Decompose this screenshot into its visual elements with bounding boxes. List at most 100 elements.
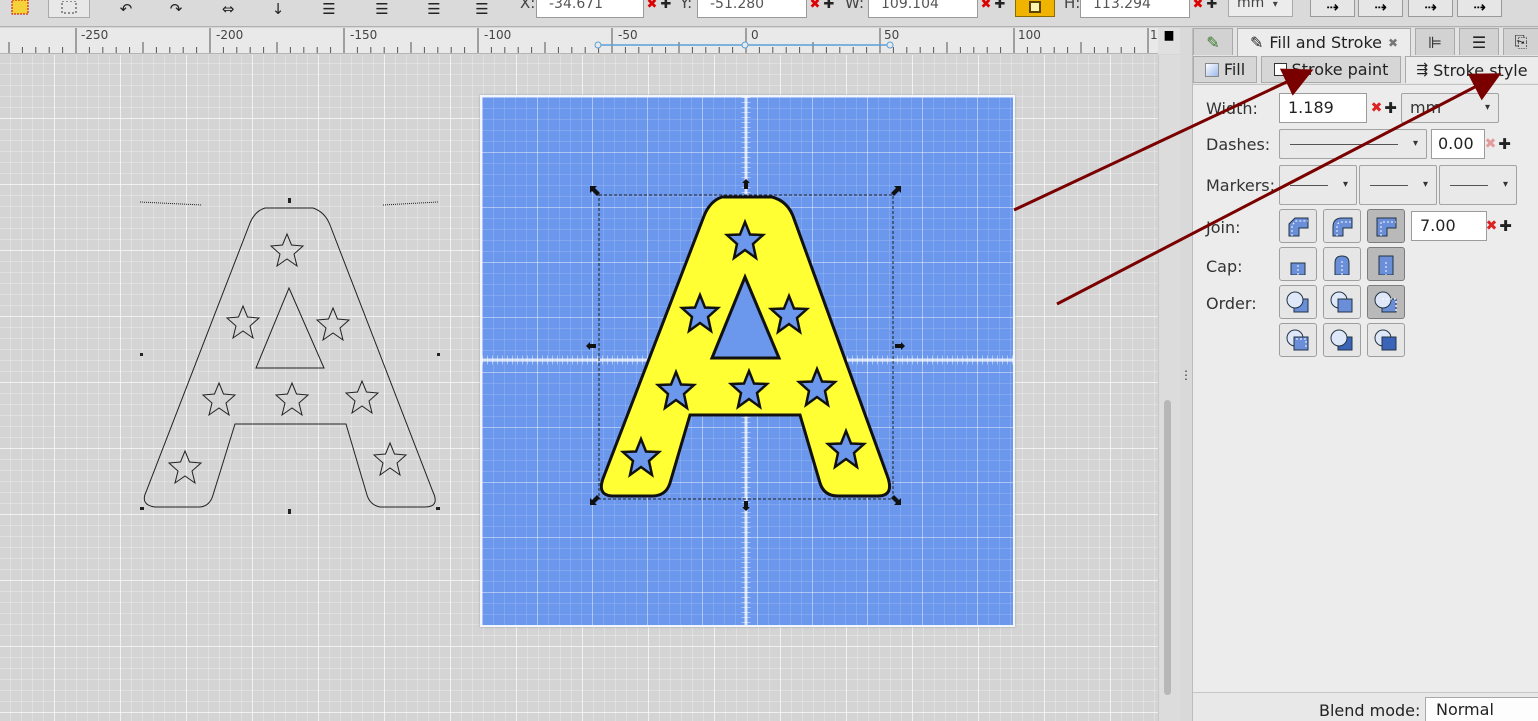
ruler-label-100: 100 [1018, 28, 1041, 42]
dock-tab-layers[interactable]: ☰ [1459, 28, 1499, 55]
width-field[interactable]: 109.104 [868, 0, 978, 18]
miter-limit-clear-icon[interactable]: ✖ [1484, 211, 1499, 241]
h-clear-icon[interactable]: ✖ [1191, 0, 1205, 18]
order-fill-stroke-markers-button[interactable] [1279, 285, 1317, 319]
select-in-all-layers-icon[interactable] [4, 0, 34, 18]
ruler-label-minus200: -200 [216, 28, 244, 42]
h-label: H: [1064, 0, 1081, 12]
subtab-stroke-paint[interactable]: Stroke paint [1261, 56, 1401, 83]
w-clear-icon[interactable]: ✖ [979, 0, 993, 18]
ruler-label-0: 0 [751, 28, 759, 42]
close-icon[interactable]: ✖ [1388, 36, 1398, 50]
move-patterns-button[interactable]: ⇢ [1457, 0, 1502, 17]
dash-offset-input[interactable]: 0.00 [1431, 129, 1485, 159]
flip-vertical-icon[interactable]: ↓ [266, 0, 290, 18]
horizontal-ruler[interactable]: -250 -200 -150 -100 -50 0 50 100 1 [0, 28, 1160, 54]
butt-cap-button[interactable] [1279, 247, 1317, 281]
width-clear-icon[interactable]: ✖ [1369, 93, 1384, 123]
miter-limit-input[interactable]: 7.00 [1411, 211, 1487, 241]
miter-limit-plus-icon[interactable]: ✚ [1499, 211, 1512, 241]
subtab-fill[interactable]: Fill [1193, 56, 1257, 83]
raise-icon[interactable]: ☰ [366, 0, 398, 18]
order-icon [1286, 291, 1309, 313]
outline-letter-a[interactable] [139, 198, 440, 514]
raise-to-top-icon[interactable]: ☰ [314, 0, 344, 18]
move-gradients-button[interactable]: ⇢ [1408, 0, 1453, 17]
deselect-icon[interactable] [48, 0, 90, 18]
lock-proportions-button[interactable] [1015, 0, 1055, 17]
blend-mode-bar: Blend mode: Normal [1193, 692, 1538, 721]
lower-to-bottom-icon[interactable]: ☰ [466, 0, 498, 18]
stroke-width-unit-select[interactable]: mm ▾ [1401, 93, 1499, 123]
order-icon [1330, 329, 1353, 351]
rotate-cw-icon[interactable]: ↷ [162, 0, 190, 18]
unit-select[interactable]: mm ▾ [1228, 0, 1293, 17]
dash-offset-clear-icon[interactable]: ✖ [1483, 129, 1498, 159]
inkscape-window: ↶ ↷ ⇔ ↓ ☰ ☰ ☰ ☰ X: -34.671 ✖ ✚ Y: -51.28… [0, 0, 1538, 721]
dock-tab-align[interactable]: ⊫ [1415, 28, 1455, 55]
x-plus-icon[interactable]: ✚ [660, 0, 672, 18]
x-clear-icon[interactable]: ✖ [645, 0, 659, 18]
order-stroke-fill-markers-button[interactable] [1323, 285, 1361, 319]
dock-tab-fill-and-stroke[interactable]: ✎ Fill and Stroke ✖ [1237, 28, 1411, 56]
order-option-4-button[interactable] [1279, 323, 1317, 357]
w-label: W: [845, 0, 865, 12]
order-icon [1374, 329, 1397, 351]
width-plus-icon[interactable]: ✚ [1384, 93, 1397, 123]
vertical-scrollbar[interactable] [1158, 55, 1180, 721]
w-plus-icon[interactable]: ✚ [994, 0, 1006, 18]
order-option-6-button[interactable] [1367, 323, 1405, 357]
h-plus-icon[interactable]: ✚ [1206, 0, 1218, 18]
stroke-paint-icon [1273, 63, 1287, 76]
dock-tab-export[interactable]: ⎘ [1503, 28, 1538, 55]
x-coordinate-field[interactable]: -34.671 [536, 0, 644, 18]
square-cap-button[interactable] [1367, 247, 1405, 281]
blend-mode-label: Blend mode: [1319, 701, 1421, 720]
y-plus-icon[interactable]: ✚ [823, 0, 835, 18]
lower-icon[interactable]: ☰ [418, 0, 450, 18]
order-icon [1286, 329, 1309, 351]
ruler-label-50: 50 [884, 28, 900, 42]
bevel-join-button[interactable] [1279, 209, 1317, 243]
order-markers-first-button[interactable] [1367, 285, 1405, 319]
chevron-down-icon: ▾ [1412, 138, 1418, 149]
flip-horizontal-icon[interactable]: ⇔ [212, 0, 244, 18]
chevron-down-icon: ▾ [1484, 102, 1490, 113]
round-cap-button[interactable] [1323, 247, 1361, 281]
y-coordinate-field[interactable]: -51.280 [697, 0, 807, 18]
round-join-button[interactable] [1323, 209, 1361, 243]
fill-swatch-icon [1204, 62, 1219, 77]
dash-pattern-select[interactable]: ▾ [1279, 129, 1427, 159]
scale-corners-button[interactable]: ⇢ [1358, 0, 1403, 17]
stroke-style-panel: Width: 1.189 ✖ ✚ mm ▾ Dashes: ▾ 0.00 ✖ ✚… [1193, 84, 1538, 694]
mid-marker-select[interactable]: ▾ [1359, 165, 1437, 205]
height-field[interactable]: 113.294 [1080, 0, 1190, 18]
order-icon [1330, 291, 1353, 313]
scale-stroke-button[interactable]: ⇢ [1310, 0, 1355, 17]
fill-stroke-icon: ✎ [1249, 33, 1264, 52]
marker-preview [1450, 185, 1488, 186]
markers-label: Markers: [1206, 176, 1276, 195]
square-cap-icon [1378, 255, 1394, 275]
end-marker-select[interactable]: ▾ [1439, 165, 1517, 205]
start-marker-select[interactable]: ▾ [1279, 165, 1357, 205]
dock-resize-handle[interactable]: ⋮ [1180, 28, 1192, 721]
canvas-drawing [139, 97, 1013, 625]
stroke-width-input[interactable]: 1.189 [1279, 93, 1367, 123]
miter-join-button[interactable] [1367, 209, 1405, 243]
order-label: Order: [1206, 294, 1257, 313]
ruler-label-minus250: -250 [81, 28, 109, 42]
drawing-canvas[interactable] [0, 55, 1158, 721]
dock-tab-xml[interactable]: ✎ [1193, 28, 1233, 55]
rotate-ccw-icon[interactable]: ↶ [112, 0, 140, 18]
blend-mode-select[interactable]: Normal [1425, 697, 1538, 721]
dash-offset-plus-icon[interactable]: ✚ [1498, 129, 1511, 159]
scrollbar-thumb[interactable] [1164, 400, 1171, 695]
subtab-stroke-style[interactable]: ⇶ Stroke style [1405, 56, 1538, 83]
y-clear-icon[interactable]: ✖ [808, 0, 822, 18]
cap-label: Cap: [1206, 257, 1243, 276]
monitor-icon[interactable]: ▆ [1158, 28, 1180, 54]
stroke-style-icon: ⇶ [1416, 62, 1429, 78]
order-option-5-button[interactable] [1323, 323, 1361, 357]
chevron-down-icon: ▾ [1502, 179, 1508, 190]
